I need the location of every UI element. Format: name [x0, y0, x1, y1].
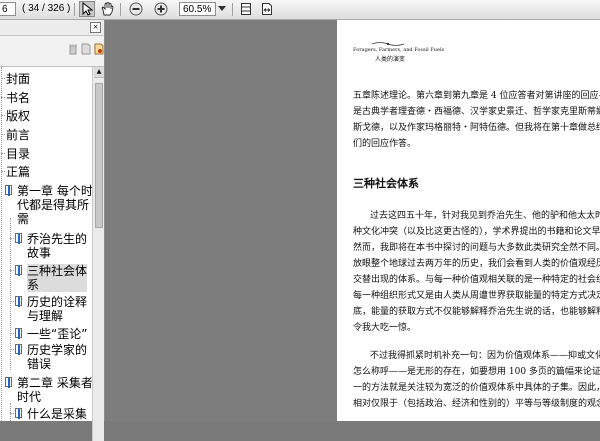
fit-page-icon: [241, 3, 251, 15]
bookmarks-toolbar: [0, 36, 104, 67]
section-heading: 三种社会体系: [353, 177, 419, 190]
body-line: 令我大吃一惊。: [353, 323, 417, 333]
cursor-arrow-icon: [82, 2, 93, 16]
bookmark-label: 前言: [6, 128, 31, 142]
body-line: 种文化冲突（以及比这更古怪的），学术界提出的书籍和论文早已堆积: [353, 227, 600, 237]
bookmark-label: 历史学家的 错误: [27, 343, 88, 371]
hand-icon: [101, 2, 114, 16]
zoom-in-button[interactable]: [153, 1, 169, 17]
scrollbar-thumb[interactable]: [95, 83, 103, 228]
toolbar-separator: [120, 3, 121, 16]
body-line: 怎么称呼——是无形的存在，如要想用 100 多页的篇幅来论证这个问: [353, 367, 600, 377]
bookmarks-scrollbar[interactable]: ▲: [92, 67, 104, 441]
zoom-level-input[interactable]: 60.5%: [179, 2, 216, 16]
pdf-page: Foragers, Farmers, and Fossil Fuels 人类的演…: [337, 20, 600, 421]
bookmark-label: 一些“歪论”: [27, 327, 88, 341]
body-line: 们的回应作答。: [353, 139, 417, 149]
bookmark-page-icon: [15, 328, 22, 339]
bookmark-label: 书名: [6, 91, 31, 105]
bookmark-page-icon: [15, 233, 22, 244]
bookmark-label: 第二章 采集者 时代: [17, 376, 92, 404]
bookmark-label: 历史的诠释 与理解: [27, 295, 88, 323]
body-line: 是古典学者理查德・西福德、汉学家史景迁、哲学家克里斯蒂娜・M: [353, 107, 600, 117]
fit-page-button[interactable]: [238, 1, 254, 17]
fit-width-icon: [262, 3, 272, 15]
bookmarks-panel: × 封面 书名 版权 前言 目录 正篇 第一章 每个时 代都是得其所 需 乔治先…: [0, 20, 105, 441]
body-line: 不过我得抓紧时机补充一句：因为价值观体系——抑或文化，或: [370, 351, 600, 361]
chevron-down-icon: [218, 6, 226, 11]
bookmark-label: 目录: [6, 147, 31, 161]
bookmark-label: 乔治先生的 故事: [27, 232, 88, 260]
body-line: 五章陈述理论。第六章到第九章是 4 位应答者对第讲座的回应——他: [353, 91, 600, 101]
body-line: 底，能量的获取方式不仅能够解释乔治先生说的话，也能够解释他和: [353, 307, 600, 317]
new-bookmark-icon[interactable]: [81, 40, 91, 55]
body-line: 然而，我即将在本书中探讨的问题与大多数此类研究全然不同。在我: [353, 243, 600, 253]
page-header-title-cn: 人类的演变: [375, 56, 406, 63]
bookmark-page-icon: [15, 344, 22, 355]
bookmark-label: 封面: [6, 72, 31, 86]
body-line: 每一种组织形式又是由人类从周遭世界获取能量的特定方式决定的。: [353, 291, 600, 301]
hand-tool-button[interactable]: [99, 1, 115, 17]
scroll-up-icon[interactable]: ▲: [94, 67, 104, 78]
page-count-label: ( 34 / 326 ): [22, 3, 71, 14]
bookmark-page-icon: [15, 265, 22, 276]
bookmark-label: 正篇: [6, 165, 31, 179]
delete-bookmark-icon[interactable]: [68, 40, 78, 55]
ornament-icon: [371, 42, 405, 46]
zoom-out-button[interactable]: [128, 1, 144, 17]
toolbar-separator: [232, 3, 233, 16]
bookmark-label: 第一章 每个时 代都是得其所 需: [17, 184, 92, 226]
bookmark-label: 版权: [6, 109, 31, 123]
bookmarks-panel-header: ×: [0, 20, 104, 36]
bookmark-options-icon[interactable]: [94, 40, 104, 55]
bookmark-page-icon: [15, 408, 22, 419]
fit-width-button[interactable]: [259, 1, 275, 17]
body-line: 过去这四五十年，针对我见到乔治先生、他的驴和他太太时所遭: [370, 211, 600, 221]
select-tool-button[interactable]: [79, 1, 95, 17]
minus-circle-icon: [129, 2, 143, 16]
body-line: 相对仅限于（包括政治、经济和性别的）平等与等级制度的观念，以及: [353, 399, 600, 409]
body-line: 放眼整个地球过去两万年的历史，我们会看到人类的价值观经历了三: [353, 259, 600, 269]
toolbar-separator: [74, 3, 75, 16]
bookmark-page-icon: [5, 185, 12, 196]
body-line: 一的方法就是关注较为宽泛的价值观体系中具体的子集。因此，我在: [353, 383, 600, 393]
bookmark-label: 三种社会体 系: [27, 264, 88, 292]
close-icon[interactable]: ×: [90, 22, 101, 33]
plus-circle-icon: [154, 2, 168, 16]
zoom-dropdown-button[interactable]: [216, 1, 228, 17]
bookmark-label: 什么是采集 者？: [27, 407, 88, 421]
bookmark-tree: 封面 书名 版权 前言 目录 正篇 第一章 每个时 代都是得其所 需 乔治先生的…: [0, 67, 92, 421]
page-number-input[interactable]: 6: [0, 2, 16, 16]
bookmark-page-icon: [5, 377, 12, 388]
page-header-title-en: Foragers, Farmers, and Fossil Fuels: [353, 47, 445, 53]
body-line: 斯戈德，以及作家玛格丽特・阿特伍德。但我将在第十章做总结而回: [353, 123, 600, 133]
bookmark-page-icon: [15, 296, 22, 307]
toolbar: 6 ( 34 / 326 ) 60.5%: [0, 0, 600, 20]
body-line: 交替出现的体系。与每一种价值观相关联的是一种特定的社会组织形: [353, 275, 600, 285]
